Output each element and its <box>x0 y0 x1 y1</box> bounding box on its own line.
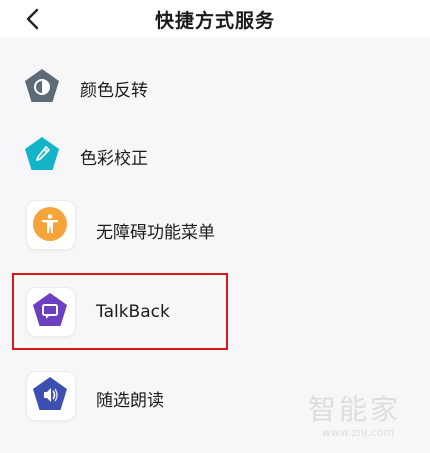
watermark-text: 智能家 <box>308 393 402 426</box>
list-item-color-correction[interactable]: 色彩校正 <box>0 126 430 186</box>
item-label: 无障碍功能菜单 <box>96 223 215 243</box>
item-label: 颜色反转 <box>80 81 148 101</box>
item-label: 色彩校正 <box>80 149 148 169</box>
select-to-speak-icon <box>32 376 68 412</box>
color-correction-icon <box>24 136 60 172</box>
item-label: 随选朗读 <box>96 391 164 411</box>
accessibility-icon <box>32 206 68 242</box>
highlight-box <box>12 273 228 350</box>
header-bar: 快捷方式服务 <box>0 0 430 38</box>
watermark: 智能家 www.znj.com <box>308 388 416 448</box>
list-item-color-inversion[interactable]: 颜色反转 <box>0 58 430 118</box>
page-title: 快捷方式服务 <box>154 10 275 32</box>
watermark-url: www.znj.com <box>322 426 395 439</box>
list-item-accessibility-menu[interactable]: 无障碍功能菜单 <box>0 198 430 258</box>
color-inversion-icon <box>24 68 60 104</box>
